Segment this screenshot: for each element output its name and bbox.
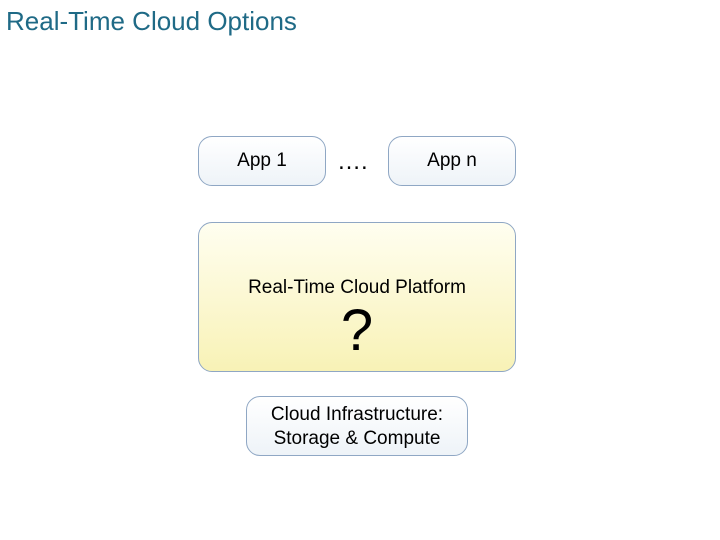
platform-label: Real-Time Cloud Platform — [199, 277, 515, 299]
app-box-last: App n — [388, 136, 516, 186]
infra-line1: Cloud Infrastructure: — [247, 403, 467, 427]
app-label-first: App 1 — [237, 150, 287, 171]
page-title: Real-Time Cloud Options — [6, 6, 297, 37]
app-box-first: App 1 — [198, 136, 326, 186]
infra-line2: Storage & Compute — [247, 427, 467, 451]
infrastructure-box: Cloud Infrastructure: Storage & Compute — [246, 396, 468, 456]
ellipsis: …. — [337, 148, 368, 176]
question-mark: ? — [199, 301, 515, 361]
platform-box: Real-Time Cloud Platform ? — [198, 222, 516, 372]
app-label-last: App n — [427, 150, 477, 171]
